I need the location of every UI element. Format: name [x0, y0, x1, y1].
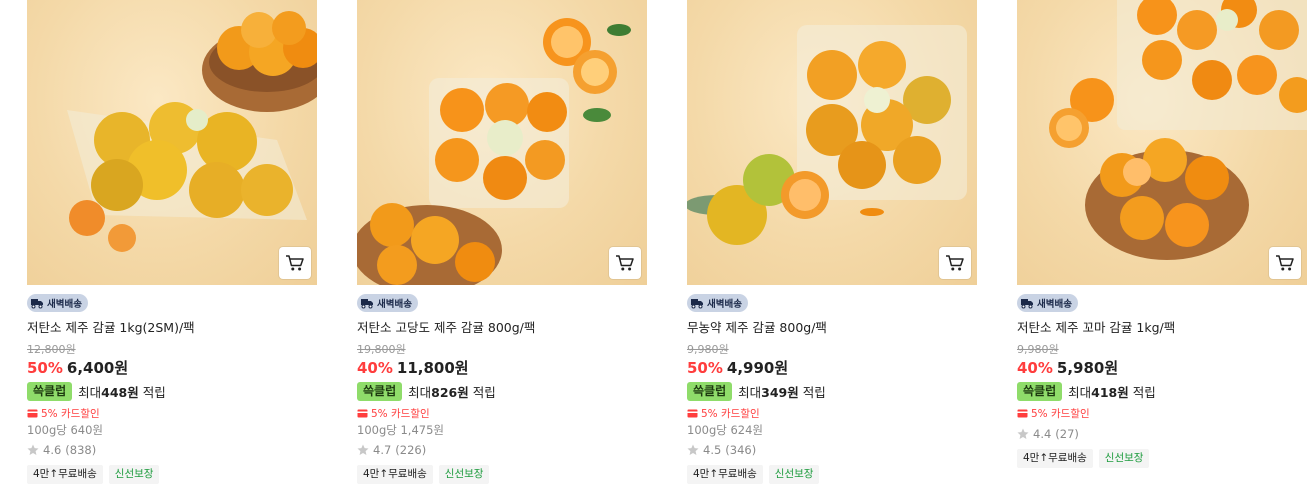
reward-points: 최대418원 적립	[1068, 385, 1156, 400]
review-count: (346)	[725, 442, 757, 457]
tangerine-photo	[687, 25, 967, 245]
cart-icon	[1276, 255, 1294, 271]
truck-icon	[691, 299, 703, 309]
credit-card-icon	[1017, 409, 1028, 417]
original-price: 9,980원	[1017, 343, 1059, 356]
original-price: 9,980원	[687, 343, 729, 356]
reward-points: 최대826원 적립	[408, 385, 496, 400]
badge-label: 새벽배송	[1037, 299, 1072, 310]
cart-icon	[286, 255, 304, 271]
fresh-guarantee-tag: 신선보장	[768, 465, 820, 484]
product-image[interactable]	[27, 0, 317, 285]
sale-price: 11,800원	[396, 359, 469, 377]
product-card[interactable]: 새벽배송 저탄소 제주 꼬마 감귤 1kg/팩 9,980원 40% 5,980원…	[1017, 0, 1307, 468]
add-to-cart-button[interactable]	[939, 247, 971, 279]
product-card[interactable]: 새벽배송 저탄소 제주 감귤 1kg(2SM)/팩 12,800원 50% 6,4…	[27, 0, 317, 484]
review-count: (27)	[1055, 426, 1079, 441]
dawn-delivery-badge: 새벽배송	[687, 294, 748, 312]
product-grid: 새벽배송 저탄소 제주 감귤 1kg(2SM)/팩 12,800원 50% 6,4…	[0, 0, 1308, 499]
product-title[interactable]: 저탄소 고당도 제주 감귤 800g/팩	[357, 320, 647, 336]
badge-label: 새벽배송	[47, 299, 82, 310]
add-to-cart-button[interactable]	[279, 247, 311, 279]
ssg-club-tag: 쓱클럽	[357, 382, 403, 401]
ssg-club-tag: 쓱클럽	[27, 382, 73, 401]
tangerine-photo	[1049, 0, 1307, 260]
discount-rate: 40%	[1017, 359, 1053, 377]
free-shipping-tag: 4만↑무료배송	[357, 465, 433, 484]
product-image[interactable]	[1017, 0, 1307, 285]
card-discount: 5% 카드할인	[27, 406, 317, 420]
unit-price: 100g당 1,475원	[357, 423, 444, 437]
card-discount: 5% 카드할인	[1017, 406, 1307, 420]
cart-icon	[946, 255, 964, 271]
sale-price: 5,980원	[1056, 359, 1119, 377]
reward-points: 최대349원 적립	[738, 385, 826, 400]
original-price: 12,800원	[27, 343, 76, 356]
card-discount: 5% 카드할인	[687, 406, 977, 420]
unit-price: 100g당 640원	[27, 423, 104, 437]
free-shipping-tag: 4만↑무료배송	[27, 465, 103, 484]
rating-value: 4.5	[703, 442, 722, 457]
discount-rate: 40%	[357, 359, 393, 377]
product-image[interactable]	[687, 0, 977, 285]
truck-icon	[361, 299, 373, 309]
sale-price: 6,400원	[66, 359, 129, 377]
star-icon	[687, 444, 699, 455]
truck-icon	[31, 299, 43, 309]
review-count: (226)	[395, 442, 427, 457]
card-discount: 5% 카드할인	[357, 406, 647, 420]
fresh-guarantee-tag: 신선보장	[108, 465, 160, 484]
product-title[interactable]: 저탄소 제주 감귤 1kg(2SM)/팩	[27, 320, 317, 336]
add-to-cart-button[interactable]	[609, 247, 641, 279]
rating: 4.5 (346)	[687, 442, 977, 457]
credit-card-icon	[357, 409, 368, 417]
rating: 4.4 (27)	[1017, 426, 1307, 441]
tangerine-photo	[67, 11, 317, 252]
original-price: 19,800원	[357, 343, 406, 356]
rating-value: 4.4	[1033, 426, 1052, 441]
tangerine-photo	[357, 18, 631, 285]
fresh-guarantee-tag: 신선보장	[438, 465, 490, 484]
badge-label: 새벽배송	[707, 299, 742, 310]
cart-icon	[616, 255, 634, 271]
rating-value: 4.6	[43, 442, 62, 457]
badge-label: 새벽배송	[377, 299, 412, 310]
free-shipping-tag: 4만↑무료배송	[1017, 449, 1093, 468]
sale-price: 4,990원	[726, 359, 789, 377]
dawn-delivery-badge: 새벽배송	[357, 294, 418, 312]
product-title[interactable]: 무농약 제주 감귤 800g/팩	[687, 320, 977, 336]
review-count: (838)	[65, 442, 97, 457]
star-icon	[1017, 428, 1029, 439]
product-card[interactable]: 새벽배송 저탄소 고당도 제주 감귤 800g/팩 19,800원 40% 11,…	[357, 0, 647, 484]
star-icon	[357, 444, 369, 455]
discount-rate: 50%	[687, 359, 723, 377]
rating: 4.7 (226)	[357, 442, 647, 457]
rating-value: 4.7	[373, 442, 392, 457]
fresh-guarantee-tag: 신선보장	[1098, 449, 1150, 468]
credit-card-icon	[27, 409, 38, 417]
dawn-delivery-badge: 새벽배송	[1017, 294, 1078, 312]
ssg-club-tag: 쓱클럽	[1017, 382, 1063, 401]
rating: 4.6 (838)	[27, 442, 317, 457]
star-icon	[27, 444, 39, 455]
dawn-delivery-badge: 새벽배송	[27, 294, 88, 312]
ssg-club-tag: 쓱클럽	[687, 382, 733, 401]
product-image[interactable]	[357, 0, 647, 285]
discount-rate: 50%	[27, 359, 63, 377]
truck-icon	[1021, 299, 1033, 309]
product-card[interactable]: 새벽배송 무농약 제주 감귤 800g/팩 9,980원 50% 4,990원 쓱…	[687, 0, 977, 484]
add-to-cart-button[interactable]	[1269, 247, 1301, 279]
product-title[interactable]: 저탄소 제주 꼬마 감귤 1kg/팩	[1017, 320, 1307, 336]
reward-points: 최대448원 적립	[78, 385, 166, 400]
free-shipping-tag: 4만↑무료배송	[687, 465, 763, 484]
unit-price: 100g당 624원	[687, 423, 764, 437]
credit-card-icon	[687, 409, 698, 417]
